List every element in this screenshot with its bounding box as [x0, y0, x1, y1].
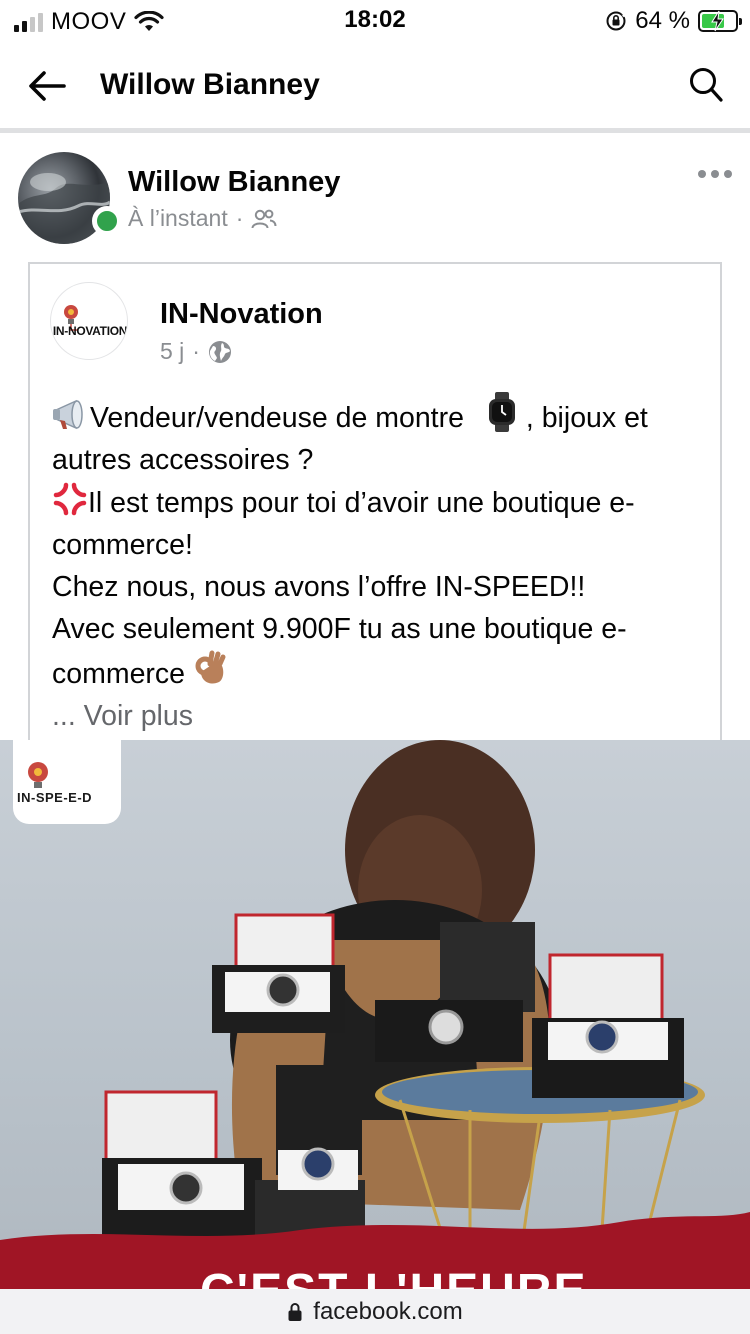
post-text-line: , bijoux et — [525, 402, 648, 434]
post-text-line: Chez nous, nous avons l’offre IN-SPEED!! — [52, 571, 586, 603]
top-app-bar: Willow Bianney — [0, 42, 750, 130]
browser-url-bar[interactable]: facebook.com — [0, 1289, 750, 1334]
post-text-line: Vendeur/vendeuse de montre — [90, 402, 464, 434]
meta-separator: · — [235, 205, 244, 231]
more-options-icon[interactable] — [698, 170, 732, 178]
post-text-line: commerce — [52, 658, 186, 690]
megaphone-emoji-icon — [53, 399, 83, 430]
shared-page-name[interactable]: IN-Novation — [160, 298, 323, 331]
battery-percent: 64 % — [635, 7, 690, 34]
shared-post-meta: 5 j · — [160, 338, 232, 365]
orientation-lock-icon — [606, 11, 628, 31]
post-text-line: commerce! — [52, 529, 193, 561]
in-speed-badge: IN-SPE-E-D — [13, 740, 121, 824]
online-status-dot — [92, 206, 122, 236]
globe-icon — [208, 340, 231, 363]
shared-post-text: Vendeur/vendeuse de montre , bijoux et a… — [52, 392, 716, 737]
post-meta: À l’instant · — [128, 205, 277, 232]
search-icon[interactable] — [688, 66, 724, 104]
woman-with-watches-photo — [0, 740, 750, 1334]
post-image[interactable]: IN-SPE-E-D C'EST L'HEURE — [0, 740, 750, 1334]
page-logo[interactable]: IN-NOVATION — [50, 282, 128, 360]
watch-emoji-icon — [488, 392, 515, 432]
shared-post-age[interactable]: 5 j — [160, 338, 184, 365]
battery-icon — [698, 10, 742, 32]
header-divider — [0, 128, 750, 133]
back-arrow-icon[interactable] — [26, 66, 68, 106]
anger-symbol-emoji-icon — [53, 482, 87, 516]
post-timestamp[interactable]: À l’instant — [128, 205, 228, 232]
shared-post-card[interactable]: IN-NOVATION IN-Novation 5 j · Vendeur/ve… — [28, 262, 722, 762]
post-author-name[interactable]: Willow Bianney — [128, 166, 340, 199]
friends-icon — [251, 209, 277, 228]
lightbulb-logo-icon — [64, 305, 78, 331]
post-text-line: autres accessoires ? — [52, 444, 314, 476]
ok-hand-emoji-icon — [195, 650, 226, 684]
page-logo-text: IN-NOVATION — [52, 324, 128, 338]
lock-icon — [288, 1302, 302, 1321]
status-bar: MOOV 18:02 64 % — [0, 0, 750, 42]
meta-separator: · — [192, 338, 200, 364]
url-domain: facebook.com — [313, 1297, 463, 1325]
see-more-link[interactable]: ... Voir plus — [52, 695, 716, 737]
post-text-line: Il est temps pour toi d’avoir une boutiq… — [88, 487, 635, 519]
page-title: Willow Bianney — [100, 68, 320, 101]
badge-text: IN-SPE-E-D — [17, 790, 93, 805]
lightbulb-logo-icon — [28, 762, 48, 788]
post-text-line: Avec seulement 9.900F tu as une boutique… — [52, 613, 627, 645]
